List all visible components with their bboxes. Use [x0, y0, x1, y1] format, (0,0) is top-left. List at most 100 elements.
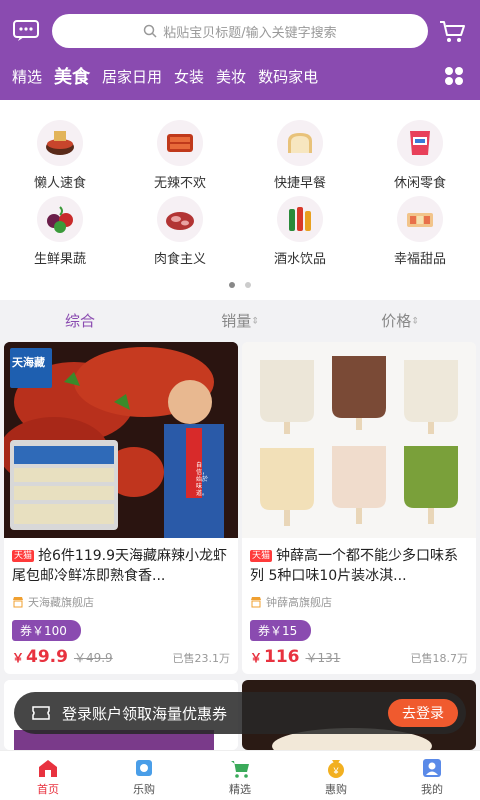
drinks-icon — [277, 196, 323, 242]
tab-food[interactable]: 美食 — [54, 63, 90, 89]
nav-featured[interactable]: 精选 — [192, 751, 288, 800]
tab-beauty[interactable]: 美妆 — [216, 66, 246, 87]
sort-price[interactable]: 价格⇕ — [320, 310, 480, 331]
sort-label: 价格 — [381, 311, 412, 330]
search-input[interactable]: 粘贴宝贝标题/输入关键字搜索 — [52, 14, 428, 48]
sort-arrows-icon: ⇕ — [411, 316, 419, 326]
subcategory-item[interactable]: 懒人速食 — [0, 120, 120, 191]
coupon-badge: 券￥100 — [12, 620, 81, 641]
subcategory-label: 无辣不欢 — [153, 176, 206, 191]
home-icon — [39, 760, 57, 777]
subcategory-label: 休闲零食 — [393, 176, 446, 191]
subcategory-label: 肉食主义 — [153, 252, 206, 267]
nav-huigou[interactable]: ¥ 惠购 — [288, 751, 384, 800]
instant-food-icon — [37, 120, 83, 166]
product-title: 天猫 抢6件119.9天海藏麻辣小龙虾尾包邮冷鲜冻即熟食香... — [4, 538, 238, 590]
tab-home[interactable]: 居家日用 — [102, 66, 162, 87]
sold-count: 已售23.1万 — [172, 652, 231, 665]
sold-count: 已售18.7万 — [410, 652, 469, 665]
grid-menu-icon[interactable] — [444, 66, 464, 86]
dessert-icon — [397, 196, 443, 242]
page-dot-active — [229, 282, 235, 288]
subcategory-item[interactable]: 幸福甜品 — [360, 196, 480, 267]
sort-arrows-icon: ⇕ — [251, 316, 259, 326]
nav-label: 首页 — [37, 783, 59, 796]
nav-label: 乐购 — [133, 783, 155, 796]
nav-mine[interactable]: 我的 — [384, 751, 480, 800]
cart-icon — [231, 761, 249, 778]
tmall-badge: 天猫 — [12, 550, 35, 562]
image-overlay-text: 自信，始於味道。 — [196, 462, 209, 497]
bread-icon — [277, 120, 323, 166]
shop-name: 钟薛高旗舰店 — [242, 590, 476, 610]
subcategory-label: 生鲜果蔬 — [33, 252, 86, 267]
user-icon — [423, 759, 441, 777]
coupon-badge: 券￥15 — [250, 620, 312, 641]
login-banner-text: 登录账户领取海量优惠券 — [62, 704, 228, 723]
search-placeholder: 粘贴宝贝标题/输入关键字搜索 — [163, 25, 337, 41]
product-title: 天猫 钟薛高一个都不能少多口味系列 5种口味10片装冰淇... — [242, 538, 476, 590]
original-price: ￥49.9 — [73, 651, 113, 665]
sort-comprehensive[interactable]: 综合 — [0, 310, 160, 331]
login-banner[interactable]: 登录账户领取海量优惠券 去登录 — [14, 692, 466, 734]
subcategory-item[interactable]: 酒水饮品 — [240, 196, 360, 267]
nav-label: 我的 — [421, 783, 443, 796]
message-icon[interactable] — [12, 18, 40, 42]
subcategory-label: 幸福甜品 — [393, 252, 446, 267]
shop-name-text: 天海藏旗舰店 — [28, 596, 94, 609]
subcategory-item[interactable]: 休闲零食 — [360, 120, 480, 191]
original-price: ￥131 — [305, 651, 341, 665]
subcategory-panel: 懒人速食 无辣不欢 快捷早餐 休闲零食 生鲜果蔬 肉食主义 酒水饮品 幸福甜品 — [0, 100, 480, 300]
sort-sales[interactable]: 销量⇕ — [160, 310, 320, 331]
product-image — [242, 342, 476, 538]
subcategory-label: 酒水饮品 — [273, 252, 326, 267]
product-title-text: 抢6件119.9天海藏麻辣小龙虾尾包邮冷鲜冻即熟食香... — [12, 548, 228, 584]
nav-home[interactable]: 首页 — [0, 751, 96, 800]
coupon-icon — [32, 706, 50, 720]
shop-name-text: 钟薛高旗舰店 — [266, 596, 332, 609]
tmall-badge: 天猫 — [250, 550, 273, 562]
shopping-icon — [136, 760, 152, 776]
app-header: 粘贴宝贝标题/输入关键字搜索 精选 美食 居家日用 女装 美妆 数码家电 — [0, 0, 480, 100]
tab-women[interactable]: 女装 — [174, 66, 204, 87]
subcategory-item[interactable]: 生鲜果蔬 — [0, 196, 120, 267]
subcategory-label: 快捷早餐 — [273, 176, 326, 191]
subcategory-label: 懒人速食 — [33, 176, 86, 191]
search-icon — [144, 24, 157, 38]
login-button[interactable]: 去登录 — [388, 699, 458, 727]
product-title-text: 钟薛高一个都不能少多口味系列 5种口味10片装冰淇... — [250, 548, 459, 584]
tab-featured[interactable]: 精选 — [12, 66, 42, 87]
sort-bar: 综合 销量⇕ 价格⇕ — [0, 300, 480, 340]
money-bag-icon: ¥ — [328, 760, 344, 778]
product-card[interactable]: 天猫 钟薛高一个都不能少多口味系列 5种口味10片装冰淇... 钟薛高旗舰店 券￥… — [242, 342, 476, 674]
product-card[interactable]: 天海藏 自信，始於味道。 天猫 抢6件119.9天海藏麻辣小龙虾尾包邮冷鲜冻即熟食… — [4, 342, 238, 674]
sort-label: 销量 — [221, 311, 252, 330]
store-icon — [13, 597, 23, 608]
currency-symbol: ￥ — [250, 651, 263, 665]
top-bar: 粘贴宝贝标题/输入关键字搜索 — [0, 10, 480, 54]
store-icon — [251, 597, 261, 608]
nav-label: 惠购 — [325, 783, 347, 796]
subcategory-item[interactable]: 快捷早餐 — [240, 120, 360, 191]
nav-label: 精选 — [229, 783, 251, 796]
subcategory-item[interactable]: 肉食主义 — [120, 196, 240, 267]
current-price: ￥ 49.9 — [12, 647, 68, 667]
tab-electronics[interactable]: 数码家电 — [258, 66, 318, 87]
sort-label: 综合 — [64, 311, 95, 330]
current-price: ￥ 116 — [250, 647, 300, 667]
nav-legou[interactable]: 乐购 — [96, 751, 192, 800]
price-value: 49.9 — [26, 647, 68, 667]
cart-icon[interactable] — [438, 18, 466, 44]
product-image: 天海藏 自信，始於味道。 — [4, 342, 238, 538]
spicy-food-icon — [157, 120, 203, 166]
fruit-icon — [37, 196, 83, 242]
price-row: ￥ 49.9 ￥49.9 已售23.1万 — [4, 641, 238, 667]
svg-text:¥: ¥ — [332, 766, 339, 776]
snack-bag-icon — [397, 120, 443, 166]
price-row: ￥ 116 ￥131 已售18.7万 — [242, 641, 476, 667]
brand-logo: 天海藏 — [12, 356, 45, 369]
subcategory-item[interactable]: 无辣不欢 — [120, 120, 240, 191]
shop-name: 天海藏旗舰店 — [4, 590, 238, 610]
page-dot — [245, 282, 251, 288]
price-value: 116 — [264, 647, 300, 667]
